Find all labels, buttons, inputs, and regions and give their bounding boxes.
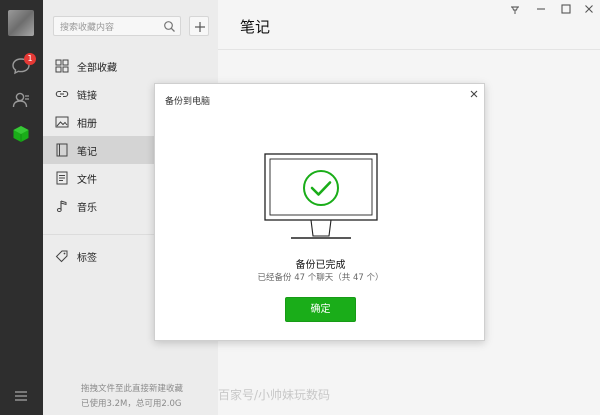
search-placeholder: 搜索收藏内容 [60,23,115,33]
backup-dialog: 备份到电脑 备份已完成 已经备份 47 个聊天（共 47 个） 确定 [154,83,485,341]
minimize-icon[interactable] [534,2,548,16]
nav-item-label: 笔记 [77,147,97,158]
icon-sidebar: 1 [0,0,43,415]
confirm-button[interactable]: 确定 [285,297,356,322]
file-icon [56,171,68,185]
add-button[interactable] [189,16,209,36]
plus-icon [195,22,205,32]
main-header: 笔记 [218,0,600,50]
close-icon[interactable] [582,2,596,16]
wechat-window: 1 搜索收藏内容 全部收藏 链接 相册 笔记 文件 音乐 标签 拖拽文件至此直接… [0,0,600,415]
tag-icon [55,250,68,263]
nav-item-all-favorites[interactable]: 全部收藏 [43,52,218,80]
backup-status: 备份已完成 [295,260,346,271]
menu-icon[interactable] [11,386,31,406]
pin-icon[interactable] [508,2,522,16]
nav-item-label: 全部收藏 [77,63,117,74]
search-icon[interactable] [163,20,176,33]
nav-item-label: 链接 [77,91,97,102]
backup-detail: 已经备份 47 个聊天（共 47 个） [257,273,384,283]
avatar[interactable] [8,10,34,36]
music-note-icon [56,200,67,212]
monitor-success-icon [264,153,378,239]
dialog-title: 备份到电脑 [165,97,211,107]
link-icon [55,90,69,98]
maximize-icon[interactable] [559,2,573,16]
storage-usage: 已使用3.2M，总可用2.0G [81,399,182,409]
image-icon [55,116,69,128]
favorites-cube-icon[interactable] [11,124,31,144]
watermark: 百家号/小帅妹玩数码 [218,388,331,402]
page-title: 笔记 [240,18,271,36]
nav-item-label: 文件 [77,175,97,186]
unread-badge: 1 [24,53,36,65]
nav-item-label: 标签 [77,253,97,264]
notebook-icon [56,143,68,157]
search-input[interactable]: 搜索收藏内容 [53,16,181,36]
grid-icon [55,59,69,73]
contacts-icon[interactable] [11,90,31,110]
drag-hint: 拖拽文件至此直接新建收藏 [81,384,184,394]
nav-item-label: 相册 [77,119,97,130]
nav-item-label: 音乐 [77,203,97,214]
dialog-close-icon[interactable] [469,89,479,99]
